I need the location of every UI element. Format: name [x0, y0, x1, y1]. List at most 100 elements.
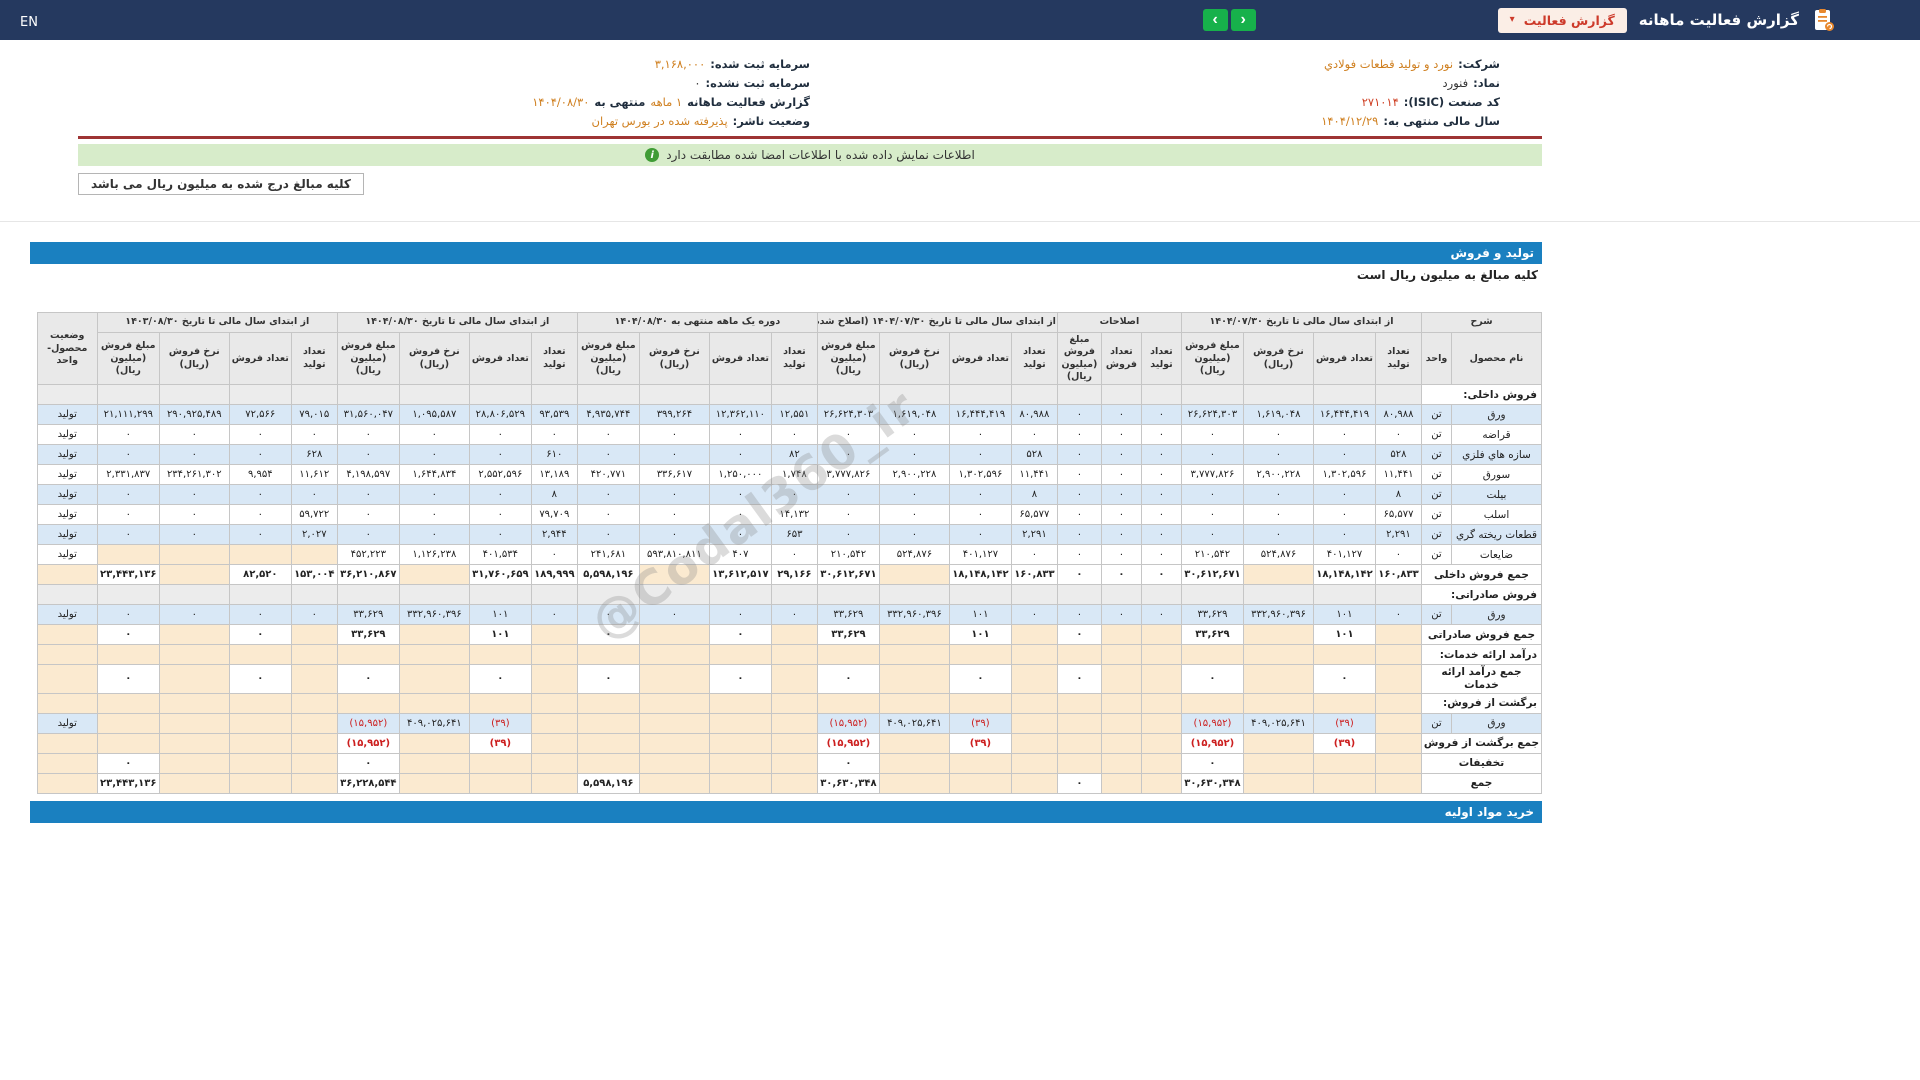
table-cell: ۷۹,۷۰۹ [530, 504, 578, 526]
report-type-dropdown[interactable]: گزارش فعالیت ▾ [1497, 7, 1627, 33]
table-cell: ۰ [1242, 444, 1314, 466]
table-cell [1100, 752, 1142, 774]
table-row: ورق تن ۰ ۱۰۱ ۳۳۲,۹۶۰,۳۹۶ ۳۳,۶۲۹ ۰ ۰ ۰ ۰ ۱۰۱ ۳۳۲,۹۶۰… [36, 604, 1542, 626]
table-cell: ۰ [1100, 544, 1142, 566]
status-cell: تولید [36, 504, 98, 526]
table-cell [228, 584, 292, 606]
production-table: شرح از ابتدای سال مالی تا تاریخ ۱۴۰۴/۰۷/۳… [36, 311, 1543, 794]
product-header: نام محصول [1451, 331, 1542, 386]
table-cell: ۳۳۲,۹۶۰,۳۹۶ [1242, 604, 1314, 626]
column-header: تعداد فروش [1312, 331, 1376, 386]
table-cell: (۱۵,۹۵۲) [816, 732, 880, 754]
table-cell [1374, 384, 1422, 406]
table-cell: ۰ [1180, 752, 1244, 774]
prev-report-button[interactable]: ‹ [1202, 9, 1228, 31]
table-cell [1010, 732, 1058, 754]
info-value[interactable]: ۱۴۰۴/۱۲/۲۹ [1321, 114, 1378, 128]
table-cell: ۲۸,۸۰۶,۵۲۹ [468, 404, 532, 426]
total-label: تخفیفات [1420, 752, 1543, 774]
table-cell: ۰ [1140, 564, 1182, 586]
table-cell [468, 752, 532, 774]
table-cell: ۰ [816, 424, 880, 446]
table-cell: ۰ [878, 524, 950, 546]
table-cell [290, 692, 338, 714]
table-cell: ۰ [290, 604, 338, 626]
info-field: سال مالی منتهی به: ۱۴۰۴/۱۲/۲۹ [810, 114, 1500, 128]
table-cell: ۱۲,۳۶۲,۱۱۰ [708, 404, 772, 426]
table-cell [1056, 732, 1102, 754]
column-header: تعداد فروش [1100, 331, 1142, 386]
unit-cell: تن [1420, 524, 1453, 546]
table-cell: ۰ [1140, 504, 1182, 526]
table-cell [576, 384, 640, 406]
table-cell: ۰ [1374, 424, 1422, 446]
table-cell: ۰ [948, 524, 1012, 546]
info-value[interactable]: نورد و تولید قطعات فولادي [1324, 57, 1453, 71]
table-cell: ۳۱,۷۶۰,۶۵۹ [468, 564, 532, 586]
table-cell: ۰ [398, 424, 470, 446]
info-field: شرکت: نورد و تولید قطعات فولادي [810, 57, 1500, 71]
table-cell: ۰ [228, 444, 292, 466]
table-cell: ۰ [1100, 504, 1142, 526]
table-cell: ۱۱,۴۴۱ [1010, 464, 1058, 486]
status-cell [36, 384, 98, 406]
info-value[interactable]: ۳,۱۶۸,۰۰۰ [655, 57, 706, 71]
table-cell [530, 752, 578, 774]
product-name-cell: اسلب [1451, 504, 1542, 526]
table-cell: ۰ [228, 604, 292, 626]
section-label: فروش صادراتی: [1420, 584, 1543, 606]
language-toggle[interactable]: EN [20, 15, 38, 30]
unit-cell: تن [1420, 404, 1453, 426]
table-cell: ۰ [638, 604, 710, 626]
info-label: سرمایه ثبت نشده: [705, 75, 810, 90]
table-cell: (۱۵,۹۵۲) [1180, 732, 1244, 754]
table-cell [770, 752, 818, 774]
table-cell: ۰ [398, 484, 470, 506]
table-cell: ۰ [576, 484, 640, 506]
table-cell [96, 712, 160, 734]
signature-match-text: اطلاعات نمایش داده شده با اطلاعات امضا ش… [666, 148, 975, 162]
table-cell: ۲۱,۱۱۱,۲۹۹ [96, 404, 160, 426]
info-value[interactable]: پذیرفته شده در بورس تهران [592, 114, 728, 128]
table-cell: ۰ [228, 624, 292, 646]
table-cell: ۱۰۱ [468, 604, 532, 626]
table-cell [96, 384, 160, 406]
table-cell: ۰ [1056, 664, 1102, 694]
table-cell [948, 644, 1012, 666]
table-cell [948, 584, 1012, 606]
table-cell: ۱,۱۲۶,۲۳۸ [398, 544, 470, 566]
table-cell: ۱۰۱ [1312, 604, 1376, 626]
table-cell: ۴۰۹,۰۲۵,۶۴۱ [398, 712, 470, 734]
info-label: وضعیت ناشر: [732, 113, 810, 128]
table-cell [638, 772, 710, 794]
table-cell: ۱۸,۱۴۸,۱۴۲ [1312, 564, 1376, 586]
table-cell: ۰ [708, 624, 772, 646]
table-cell [336, 644, 400, 666]
info-label: منتهی به [594, 94, 646, 109]
table-cell: ۰ [1140, 444, 1182, 466]
info-value[interactable]: ۱ ماهه [650, 95, 682, 109]
table-cell: ۳۱,۵۶۰,۰۴۷ [336, 404, 400, 426]
table-cell: ۰ [816, 444, 880, 466]
table-cell: ۱,۷۴۸ [770, 464, 818, 486]
table-cell [158, 712, 230, 734]
table-cell [530, 584, 578, 606]
total-label: جمع فروش داخلی [1420, 564, 1543, 586]
product-name-cell: ضایعات [1451, 544, 1542, 566]
table-cell: ۰ [1056, 404, 1102, 426]
table-cell: ۵۲۸ [1374, 444, 1422, 466]
table-cell [228, 752, 292, 774]
table-cell: ۲۳۴,۲۶۱,۳۰۲ [158, 464, 230, 486]
info-field: سرمایه ثبت نشده: ۰ [120, 76, 810, 90]
table-cell: ۳۳۲,۹۶۰,۳۹۶ [398, 604, 470, 626]
unit-header: واحد [1420, 331, 1453, 386]
table-cell [770, 624, 818, 646]
table-cell [1100, 692, 1142, 714]
next-report-button[interactable]: › [1230, 9, 1256, 31]
table-cell [1010, 712, 1058, 734]
table-cell [468, 384, 532, 406]
table-cell: ۴,۱۹۸,۵۹۷ [336, 464, 400, 486]
table-cell: ۰ [96, 444, 160, 466]
table-cell: ۰ [770, 604, 818, 626]
table-cell: ۱۳,۱۸۹ [530, 464, 578, 486]
